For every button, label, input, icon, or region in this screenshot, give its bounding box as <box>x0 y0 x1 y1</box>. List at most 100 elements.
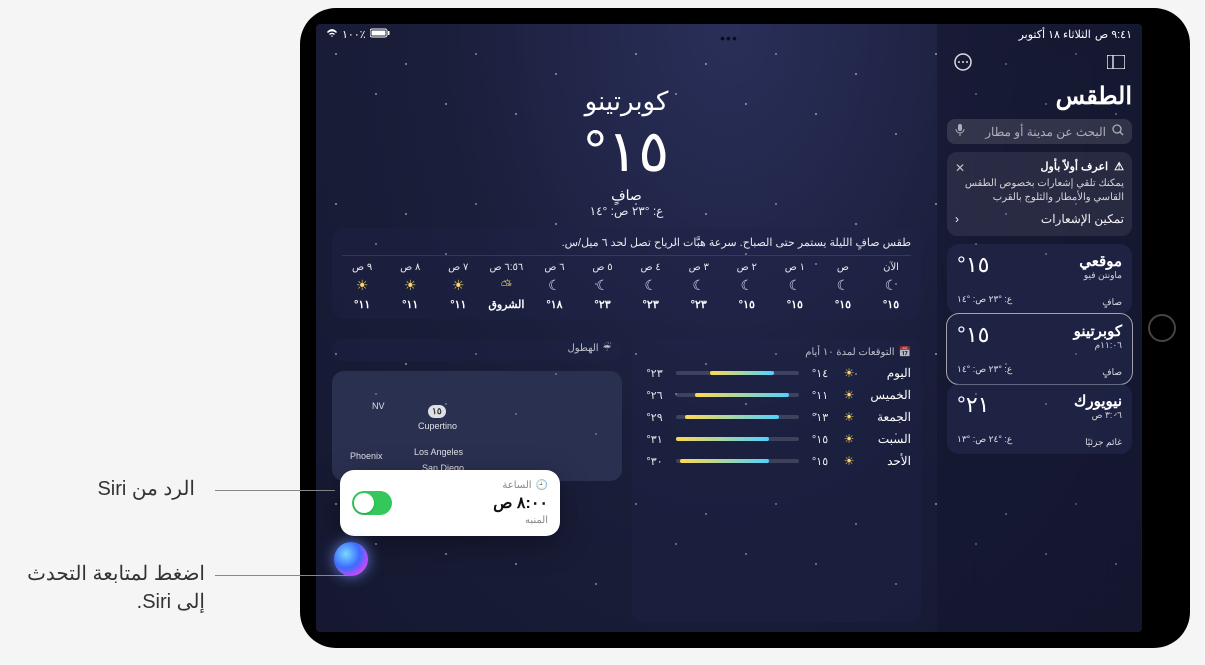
dictate-icon[interactable] <box>955 124 965 139</box>
city-card[interactable]: نيويورك ٣:٠٦ ص °٢١ ع: °٢٤ ص: °١٣ غائم جز… <box>947 384 1132 454</box>
precip-title: الهطول <box>567 343 598 354</box>
hour-temp: °١١ <box>354 298 370 311</box>
hour-temp: °١٨ <box>546 298 562 311</box>
alert-icon: ⚠︎ <box>1114 160 1124 175</box>
precip-panel[interactable]: ☔︎ الهطول <box>332 339 622 361</box>
city-card[interactable]: موقعي ماونتن فيو °١٥ ع: °٢٣ ص: °١٤ صافٍ <box>947 244 1132 314</box>
hour-label: ٦:٥٦ ص <box>489 262 523 273</box>
callout-siri-response: الرد من Siri <box>97 475 195 503</box>
umbrella-icon: ☔︎ <box>603 343 612 354</box>
hero-condition: صافٍ <box>332 187 921 204</box>
sidebar-toggle-icon[interactable] <box>1104 50 1128 74</box>
weather-icon: ☾ <box>740 277 753 294</box>
day-high: °٣١ <box>642 433 668 446</box>
sidebar-title: الطقس <box>947 82 1132 111</box>
day-high: °٢٣ <box>642 367 668 380</box>
hour-label: ٢ ص <box>737 262 757 273</box>
clock-icon: 🕘 <box>536 480 548 491</box>
search-placeholder: البحث عن مدينة أو مطار <box>971 125 1106 139</box>
search-icon <box>1112 124 1124 139</box>
hour-temp: الشروق <box>488 298 524 311</box>
weather-icon: ☾ <box>837 277 850 294</box>
day-low: °١٥ <box>807 433 833 446</box>
city-condition: غائم جزئيًا <box>1085 437 1122 448</box>
battery-icon <box>370 28 390 41</box>
weather-icon: ⛅︎ <box>501 277 512 294</box>
weather-icon: ☾ <box>644 277 657 294</box>
city-subtitle: ١١:٠٦م <box>1074 340 1122 351</box>
hour-temp: °١٥ <box>883 298 899 311</box>
hour-item: ٦:٥٦ ص ⛅︎ الشروق <box>486 262 526 311</box>
siri-time: ٨:٠٠ ص <box>493 493 548 513</box>
hour-label: ٨ ص <box>400 262 420 273</box>
siri-response-card[interactable]: 🕘 الساعة ٨:٠٠ ص المنبه <box>340 470 560 536</box>
weather-icon: ☀︎ <box>356 277 369 294</box>
hero-city: كوبرتينو <box>332 86 921 117</box>
status-bar: ٩:٤١ ص الثلاثاء ١٨ أكتوبر ١٠٠٪ <box>316 24 1142 44</box>
hour-temp: °١١ <box>402 298 418 311</box>
weather-icon: ☾ <box>692 277 705 294</box>
hour-item: ٩ ص ☀︎ °١١ <box>342 262 382 311</box>
weather-icon: ☾ <box>885 277 898 294</box>
hourly-scroll[interactable]: الآن ☾ °١٥ص ☾ °١٥١ ص ☾ °١٥٢ ص ☾ °١٥٣ ص ☾… <box>342 262 911 311</box>
map-pin: Los Angeles <box>414 447 463 457</box>
hour-item: ٥ ص ☾ °٢٣ <box>583 262 623 311</box>
status-time: ٩:٤١ ص <box>1095 28 1132 41</box>
hour-label: ١ ص <box>785 262 805 273</box>
ipad-frame: ٩:٤١ ص الثلاثاء ١٨ أكتوبر ١٠٠٪ ••• <box>300 8 1190 648</box>
notif-body: يمكنك تلقي إشعارات بخصوص الطقس القاسي وا… <box>955 177 1124 205</box>
day-low: °١٤ <box>807 367 833 380</box>
day-high: °٢٩ <box>642 411 668 424</box>
alarm-toggle[interactable] <box>352 491 392 515</box>
temp-bar <box>676 437 800 441</box>
close-icon[interactable]: ✕ <box>955 160 965 177</box>
hero-range: ع: °٢٣ ص: °١٤ <box>332 204 921 218</box>
notif-title: اعرف أولاً بأول <box>1041 160 1109 175</box>
temp-bar <box>676 393 800 397</box>
hourly-desc: طقس صافٍ الليلة يستمر حتى الصباح. سرعة ه… <box>342 236 911 256</box>
hour-item: الآن ☾ °١٥ <box>871 262 911 311</box>
city-range: ع: °٢٤ ص: °١٣ <box>957 434 1012 445</box>
weather-icon: ☀︎ <box>452 277 465 294</box>
hour-item: ٢ ص ☾ °١٥ <box>727 262 767 311</box>
weather-icon: ☾ <box>548 277 561 294</box>
hour-item: ١ ص ☾ °١٥ <box>775 262 815 311</box>
hour-label: الآن <box>883 262 899 273</box>
hour-label: ٥ ص <box>592 262 612 273</box>
more-icon[interactable] <box>951 50 975 74</box>
weather-sidebar: الطقس البحث عن مدينة أو مطار ✕ ⚠︎ اعرف أ… <box>937 24 1142 632</box>
hour-temp: °١٥ <box>835 298 851 311</box>
weather-icon: ☀︎ <box>841 388 857 402</box>
city-temp: °١٥ <box>957 252 1012 278</box>
siri-orb-button[interactable] <box>334 542 368 576</box>
city-card[interactable]: كوبرتينو ١١:٠٦م °١٥ ع: °٢٣ ص: °١٤ صافٍ <box>947 314 1132 384</box>
hour-temp: °٢٣ <box>643 298 659 311</box>
weather-icon: ☀︎ <box>841 454 857 468</box>
day-name: الخميس <box>865 388 911 402</box>
map-badge: ١٥ <box>428 405 446 418</box>
search-input[interactable]: البحث عن مدينة أو مطار <box>947 119 1132 144</box>
siri-subtitle: المنبه <box>493 515 548 526</box>
hour-temp: °١١ <box>450 298 466 311</box>
day-row: الجمعة ☀︎ °١٣ °٢٩ <box>642 406 912 428</box>
city-condition: صافٍ <box>1102 297 1122 308</box>
weather-icon: ☀︎ <box>404 277 417 294</box>
weather-main: كوبرتينو °١٥ صافٍ ع: °٢٣ ص: °١٤ طقس صافٍ… <box>316 24 937 632</box>
hour-label: ص <box>837 262 849 273</box>
day-name: اليوم <box>865 366 911 380</box>
hero-temp: °١٥ <box>584 117 670 185</box>
city-name: نيويورك <box>1074 392 1122 410</box>
hero: كوبرتينو °١٥ صافٍ ع: °٢٣ ص: °١٤ <box>332 86 921 218</box>
home-button[interactable] <box>1148 314 1176 342</box>
temp-bar <box>676 459 800 463</box>
hour-temp: °١٥ <box>787 298 803 311</box>
weather-icon: ☀︎ <box>841 366 857 380</box>
weather-map[interactable]: ١٥ Cupertino Los Angeles San Diego Phoen… <box>332 371 622 481</box>
day-row: الخميس ☀︎ °١١ °٢٦ <box>642 384 912 406</box>
day-row: اليوم ☀︎ °١٤ °٢٣ <box>642 362 912 384</box>
enable-notifications-button[interactable]: تمكين الإشعارات ‹ <box>955 211 1124 228</box>
temp-bar <box>676 371 800 375</box>
siri-app-label: الساعة <box>502 480 531 491</box>
hour-label: ٣ ص <box>689 262 709 273</box>
hour-temp: °١٥ <box>739 298 755 311</box>
